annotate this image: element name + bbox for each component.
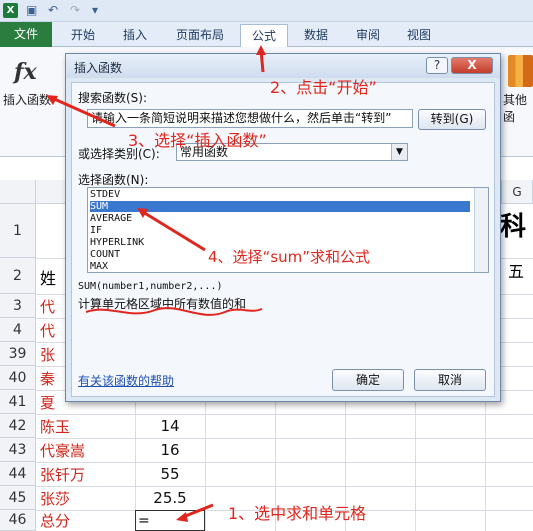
dialog-title: 插入函数 [74, 61, 123, 75]
cell-name[interactable]: 代 [40, 318, 55, 342]
insert-function-icon[interactable]: fx [14, 59, 37, 85]
tab-review[interactable]: 审阅 [345, 24, 391, 47]
search-input[interactable]: 请输入一条简短说明来描述您想做什么，然后单击“转到” [87, 109, 413, 128]
cell-header-text[interactable]: 五 [508, 258, 524, 282]
tab-file[interactable]: 文件 [0, 22, 52, 47]
row-header[interactable]: 2 [0, 258, 36, 294]
quick-access-toolbar: X ▣ ↶ ↷ ▾ [0, 0, 533, 22]
cell-name[interactable]: 陈玉 [40, 414, 70, 438]
row-header[interactable]: 43 [0, 438, 36, 462]
cell-total-formula[interactable]: = [135, 510, 205, 531]
row-header[interactable]: 39 [0, 342, 36, 366]
tab-home[interactable]: 开始 [60, 24, 106, 47]
row-header[interactable]: 45 [0, 486, 36, 510]
redo-icon[interactable]: ↷ [70, 3, 80, 18]
tab-data[interactable]: 数据 [293, 24, 339, 47]
function-help-link[interactable]: 有关该函数的帮助 [78, 372, 174, 389]
cancel-button[interactable]: 取消 [414, 369, 486, 391]
list-scrollbar[interactable] [474, 188, 488, 272]
list-item[interactable]: AVERAGE [90, 213, 470, 224]
undo-icon[interactable]: ↶ [48, 3, 58, 18]
cell-name[interactable]: 姓 [40, 262, 56, 292]
save-icon[interactable]: ▣ [26, 3, 37, 18]
gridline [36, 486, 533, 487]
close-button[interactable]: X [451, 57, 493, 74]
row-header[interactable]: 42 [0, 414, 36, 438]
tab-view[interactable]: 视图 [396, 24, 442, 47]
cell-name[interactable]: 代 [40, 294, 55, 318]
insert-function-button[interactable]: 插入函数 [3, 91, 51, 108]
row-header[interactable]: 4 [0, 318, 36, 342]
row-header[interactable]: 1 [0, 204, 36, 258]
excel-window: X ▣ ↶ ↷ ▾ 文件 开始 插入 页面布局 公式 数据 审阅 视图 fx 插… [0, 0, 533, 531]
cell-score[interactable]: 25.5 [135, 486, 205, 510]
list-item[interactable]: IF [90, 225, 470, 236]
function-description: 计算单元格区域中所有数值的和 [78, 297, 247, 311]
gridline [36, 414, 533, 415]
column-header-g[interactable]: G [502, 180, 533, 204]
annotation-step3: 3、选择“插入函数” [128, 131, 267, 150]
cell-score[interactable]: 55 [135, 462, 205, 486]
go-button[interactable]: 转到(G) [418, 109, 486, 130]
other-functions-button[interactable]: 其他函 [503, 91, 533, 125]
cell-name[interactable]: 张莎 [40, 486, 70, 510]
tab-insert[interactable]: 插入 [112, 24, 158, 47]
chevron-down-icon[interactable]: ▼ [391, 144, 407, 160]
gridline [36, 462, 533, 463]
select-all-corner[interactable] [0, 180, 36, 204]
annotation-step4: 4、选择“sum”求和公式 [208, 248, 371, 266]
cell-total-label[interactable]: 总分 [40, 510, 70, 531]
annotation-step2: 2、点击“开始” [270, 78, 377, 97]
row-header[interactable]: 46 [0, 510, 36, 531]
cell-header-text[interactable]: 科 [500, 204, 526, 244]
cell-name[interactable]: 张 [40, 342, 55, 366]
customize-toolbar-icon[interactable]: ▾ [92, 3, 98, 18]
list-item-selected[interactable]: SUM [90, 201, 470, 212]
search-label: 搜索函数(S): [78, 91, 148, 105]
function-syntax: SUM(number1,number2,...) [78, 281, 223, 292]
excel-logo-icon: X [3, 3, 18, 18]
ribbon-tabs: 文件 开始 插入 页面布局 公式 数据 审阅 视图 [0, 22, 533, 47]
cell-score[interactable]: 14 [135, 414, 205, 438]
ok-button[interactable]: 确定 [332, 369, 404, 391]
row-header[interactable]: 40 [0, 366, 36, 390]
cell-name[interactable]: 张钎万 [40, 462, 85, 486]
insert-function-dialog: 插入函数 ? X 搜索函数(S): 请输入一条简短说明来描述您想做什么，然后单击… [65, 53, 501, 402]
cell-name[interactable]: 夏 [40, 390, 55, 414]
row-header[interactable]: 44 [0, 462, 36, 486]
library-books-icon[interactable] [508, 55, 533, 87]
tab-formulas[interactable]: 公式 [240, 24, 288, 47]
row-header[interactable]: 3 [0, 294, 36, 318]
select-function-label: 选择函数(N): [78, 173, 149, 187]
cell-score[interactable]: 16 [135, 438, 205, 462]
tab-page-layout[interactable]: 页面布局 [165, 24, 235, 47]
gridline [36, 438, 533, 439]
help-button[interactable]: ? [426, 57, 448, 74]
list-item[interactable]: STDEV [90, 189, 470, 200]
annotation-step1: 1、选中求和单元格 [228, 504, 367, 523]
row-header[interactable]: 41 [0, 390, 36, 414]
cell-name[interactable]: 代豪嵩 [40, 438, 85, 462]
cell-name[interactable]: 秦 [40, 366, 55, 390]
